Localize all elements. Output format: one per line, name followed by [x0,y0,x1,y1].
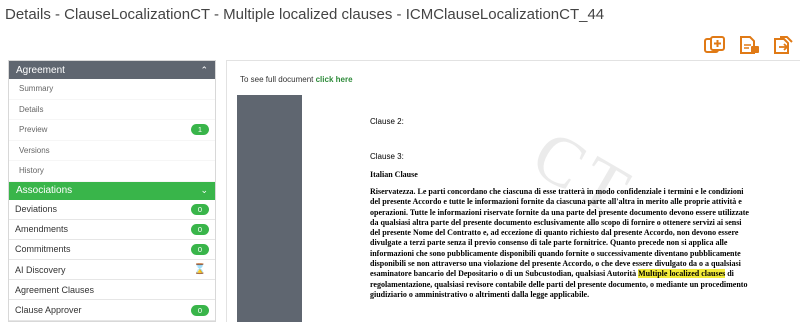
edit-document-icon [740,36,759,54]
sidebar-section-associations[interactable]: Associations ⌄ [9,181,215,200]
italian-clause-heading: Italian Clause [370,170,418,179]
clause-3-label: Clause 3: [370,152,404,161]
document-viewer[interactable]: CT Clause 2: Clause 3: Italian Clause Ri… [237,95,800,322]
hourglass-icon: ⌛ [193,264,207,276]
sidebar-item-label: Details [19,104,44,114]
action-toolbar [704,36,794,54]
count-badge: 0 [191,223,209,235]
clause-paragraph: Riservatezza. Le parti concordano che ci… [370,187,750,300]
content-panel: To see full document click here CT Claus… [226,60,800,322]
sidebar-item-details[interactable]: Details [9,100,215,120]
export-document-icon [774,36,793,54]
sidebar-item-label: Commitments [15,244,71,255]
sidebar-item-label: History [19,166,44,176]
full-document-link[interactable]: click here [316,75,353,84]
sidebar-item-label: Summary [19,84,54,94]
count-badge: 1 [191,124,209,136]
sidebar-item-label: Amendments [15,224,69,235]
add-document-icon [704,36,725,53]
count-badge: 0 [191,243,209,255]
full-document-text: To see full document [240,75,314,84]
sidebar-item-clause-approver[interactable]: Clause Approver 0 [9,300,215,321]
sidebar-item-amendments[interactable]: Amendments 0 [9,220,215,240]
page-title: Details - ClauseLocalizationCT - Multipl… [5,6,605,23]
sidebar-item-ai-discovery[interactable]: AI Discovery ⌛ [9,260,215,281]
sidebar-item-label: Preview [19,125,48,135]
sidebar-item-preview[interactable]: Preview 1 [9,120,215,141]
full-document-notice: To see full document click here [240,75,353,84]
sidebar-item-history[interactable]: History [9,161,215,182]
sidebar-item-label: AI Discovery [15,264,66,275]
chevron-down-icon: ⌄ [200,185,208,195]
sidebar-section-label: Associations [16,185,73,196]
sidebar-section-agreement[interactable]: Agreement ⌃ [9,61,215,79]
count-badge: 0 [191,203,209,215]
sidebar: Agreement ⌃ Summary Details Preview 1 Ve… [8,60,216,322]
sidebar-item-label: Deviations [15,204,58,215]
sidebar-item-label: Clause Approver [15,305,82,316]
count-badge: 0 [191,304,209,316]
chevron-up-icon: ⌃ [200,64,208,75]
sidebar-item-deviations[interactable]: Deviations 0 [9,200,215,220]
edit-document-button[interactable] [738,36,760,54]
highlighted-clause: Multiple localized clauses [638,269,726,279]
sidebar-item-label: Versions [19,145,50,155]
sidebar-item-label: Agreement Clauses [15,284,95,295]
clause-2-label: Clause 2: [370,117,404,126]
sidebar-item-summary[interactable]: Summary [9,79,215,100]
paragraph-text: Riservatezza. Le parti concordano che ci… [370,187,749,279]
sidebar-item-commitments[interactable]: Commitments 0 [9,240,215,261]
export-document-button[interactable] [772,36,794,54]
add-document-button[interactable] [704,36,726,54]
sidebar-item-versions[interactable]: Versions [9,141,215,161]
document-page: CT Clause 2: Clause 3: Italian Clause Ri… [302,95,800,322]
sidebar-item-agreement-clauses[interactable]: Agreement Clauses [9,280,215,301]
sidebar-section-label: Agreement [16,64,65,76]
